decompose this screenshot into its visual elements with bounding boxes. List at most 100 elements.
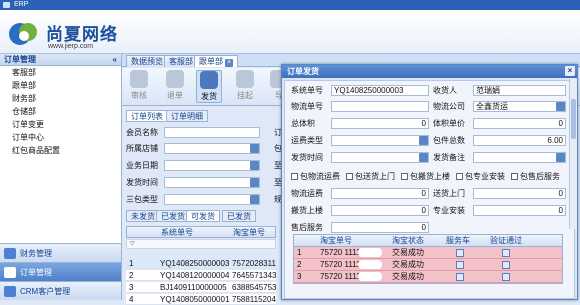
table-row[interactable]: 2 75720 1111636 交易成功 <box>294 259 562 271</box>
taobao-order-no: 76455713434 <box>232 271 276 280</box>
member-name-input[interactable] <box>164 127 260 138</box>
dialog-scrollbar[interactable] <box>569 79 577 229</box>
checkbox-freight[interactable]: 包物流运费 <box>291 171 340 183</box>
tab-data-preview[interactable]: 数据预览 <box>126 55 168 67</box>
calendar-icon[interactable] <box>250 161 259 170</box>
store-select[interactable] <box>164 143 260 154</box>
subtab-order-detail[interactable]: 订单明细 <box>166 110 208 122</box>
status-tab-shipped-2[interactable]: 已发货 <box>222 210 256 222</box>
sidebar-item-warehouse[interactable]: 仓储部 <box>0 105 121 118</box>
chevron-down-icon[interactable] <box>556 102 565 111</box>
freight-type-label: 运费类型 <box>291 136 323 145</box>
chevron-down-icon[interactable] <box>419 136 428 145</box>
ship-time-from[interactable] <box>164 177 260 188</box>
dialog-titlebar[interactable]: 订单发货 × <box>282 65 577 78</box>
table-row[interactable]: 2 YQ1408120000004 76455713434 <box>126 270 276 281</box>
chevron-down-icon[interactable] <box>250 195 259 204</box>
table-row[interactable]: 3 BJ1409110000005 63885457535 <box>126 282 276 293</box>
checkbox-icon[interactable] <box>456 173 463 181</box>
calendar-icon[interactable] <box>419 153 428 162</box>
install-fee-input[interactable]: 0 <box>473 205 566 216</box>
volume-unit-input[interactable]: 0 <box>473 118 566 129</box>
system-order-no: BJ1409110000005 <box>160 283 227 292</box>
service-checkbox[interactable] <box>456 273 464 281</box>
sidebar-item-finance[interactable]: 财务部 <box>0 92 121 105</box>
ship-time-label: 发货时间 <box>291 153 323 162</box>
chevron-down-icon[interactable] <box>556 153 565 162</box>
tab-order-follow[interactable]: 跟单部 × <box>194 55 238 67</box>
status-tab-shipped[interactable]: 已发货 <box>156 210 190 222</box>
after-sales-fee-input[interactable]: 0 <box>331 222 429 233</box>
column-header[interactable]: 淘宝单号 <box>320 235 352 246</box>
approve-button[interactable]: 审核 <box>126 70 152 101</box>
grid-filter-row[interactable]: ▽ <box>126 239 276 249</box>
tab-label: 跟单部 <box>199 57 223 66</box>
column-header[interactable]: 淘宝单号 <box>233 227 265 238</box>
tab-customer-service[interactable]: 客服部 <box>164 55 198 67</box>
column-header[interactable]: 验证通过 <box>490 235 522 246</box>
calendar-icon[interactable] <box>250 178 259 187</box>
checkbox-upstairs[interactable]: 包搬货上楼 <box>401 171 450 183</box>
status-tab-unshipped[interactable]: 未发货 <box>126 210 160 222</box>
column-header[interactable]: 淘宝状态 <box>392 235 424 246</box>
business-date-label: 业务日期 <box>126 161 158 170</box>
status-tab-shippable[interactable]: 可发货 <box>186 210 220 222</box>
delivery-fee-input[interactable]: 0 <box>473 188 566 199</box>
after-sales-fee-label: 售后服务 <box>291 223 323 232</box>
sidebar-group-crm[interactable]: CRM客户管理 <box>0 281 121 300</box>
ship-time-input[interactable] <box>331 152 429 163</box>
table-row[interactable]: 1 YQ1408250000003 757202831111 <box>126 258 276 269</box>
close-tab-icon[interactable]: × <box>225 59 233 67</box>
scrollbar-thumb[interactable] <box>571 99 576 139</box>
receiver-input[interactable]: 范瑞娟 <box>473 85 566 96</box>
sidebar-item-order-center[interactable]: 订单中心 <box>0 131 121 144</box>
close-icon[interactable]: × <box>565 66 575 76</box>
ship-note-select[interactable] <box>473 152 566 163</box>
tracking-input[interactable] <box>331 101 429 112</box>
sidebar: 订单管理 « 客服部 跟单部 财务部 仓储部 订单变更 订单中心 红包商品配置 … <box>0 54 122 300</box>
service-checkbox[interactable] <box>456 249 464 257</box>
checkbox-icon[interactable] <box>291 173 298 181</box>
sidebar-group-finance[interactable]: 财务管理 <box>0 243 121 262</box>
carrier-select[interactable]: 全鑫货运 <box>473 101 566 112</box>
sidebar-group-orders[interactable]: 订单管理 <box>0 262 121 281</box>
sidebar-item-red-packet-config[interactable]: 红包商品配置 <box>0 144 121 157</box>
verified-checkbox[interactable] <box>502 249 510 257</box>
sidebar-item-order-follow[interactable]: 跟单部 <box>0 79 121 92</box>
table-row[interactable]: 1 75720 1111636 交易成功 <box>294 247 562 259</box>
tab-label: 客服部 <box>169 57 193 66</box>
column-header[interactable]: 服务车 <box>446 235 470 246</box>
table-row[interactable]: 3 75720 1111636 交易成功 <box>294 271 562 283</box>
ship-button[interactable]: 发货 <box>196 70 222 103</box>
verified-checkbox[interactable] <box>502 261 510 269</box>
freight-type-select[interactable] <box>331 135 429 146</box>
checkbox-icon[interactable] <box>346 173 353 181</box>
warranty-type-select[interactable] <box>164 194 260 205</box>
checkbox-install[interactable]: 包专业安装 <box>456 171 505 183</box>
checkbox-after-sales[interactable]: 包售后服务 <box>511 171 560 183</box>
row-index: 2 <box>129 271 134 280</box>
suspend-button[interactable]: 挂起 <box>232 70 258 101</box>
system-no-input[interactable]: YQ1408250000003 <box>331 85 429 96</box>
sidebar-item-customer-service[interactable]: 客服部 <box>0 66 121 79</box>
chevron-down-icon[interactable] <box>250 144 259 153</box>
checkbox-icon[interactable] <box>511 173 518 181</box>
verified-checkbox[interactable] <box>502 273 510 281</box>
service-checkbox[interactable] <box>456 261 464 269</box>
total-volume-input[interactable]: 0 <box>331 118 429 129</box>
package-total-input[interactable]: 6.00 <box>473 135 566 146</box>
collapse-icon[interactable]: « <box>113 54 117 66</box>
taobao-status: 交易成功 <box>392 260 424 269</box>
checkbox-delivery[interactable]: 包送货上门 <box>346 171 395 183</box>
sidebar-item-order-change[interactable]: 订单变更 <box>0 118 121 131</box>
upstairs-fee-input[interactable]: 0 <box>331 205 429 216</box>
return-order-button[interactable]: 退单 <box>162 70 188 101</box>
subtab-order-list[interactable]: 订单列表 <box>126 110 168 122</box>
volume-unit-field: 体积单价 0 <box>433 118 568 130</box>
receiver-label: 收货人 <box>433 86 457 95</box>
freight-fee-input[interactable]: 0 <box>331 188 429 199</box>
business-date-from[interactable] <box>164 160 260 171</box>
column-header[interactable]: 系统单号 <box>161 227 193 238</box>
redaction-mark <box>358 260 382 269</box>
checkbox-icon[interactable] <box>401 173 408 181</box>
